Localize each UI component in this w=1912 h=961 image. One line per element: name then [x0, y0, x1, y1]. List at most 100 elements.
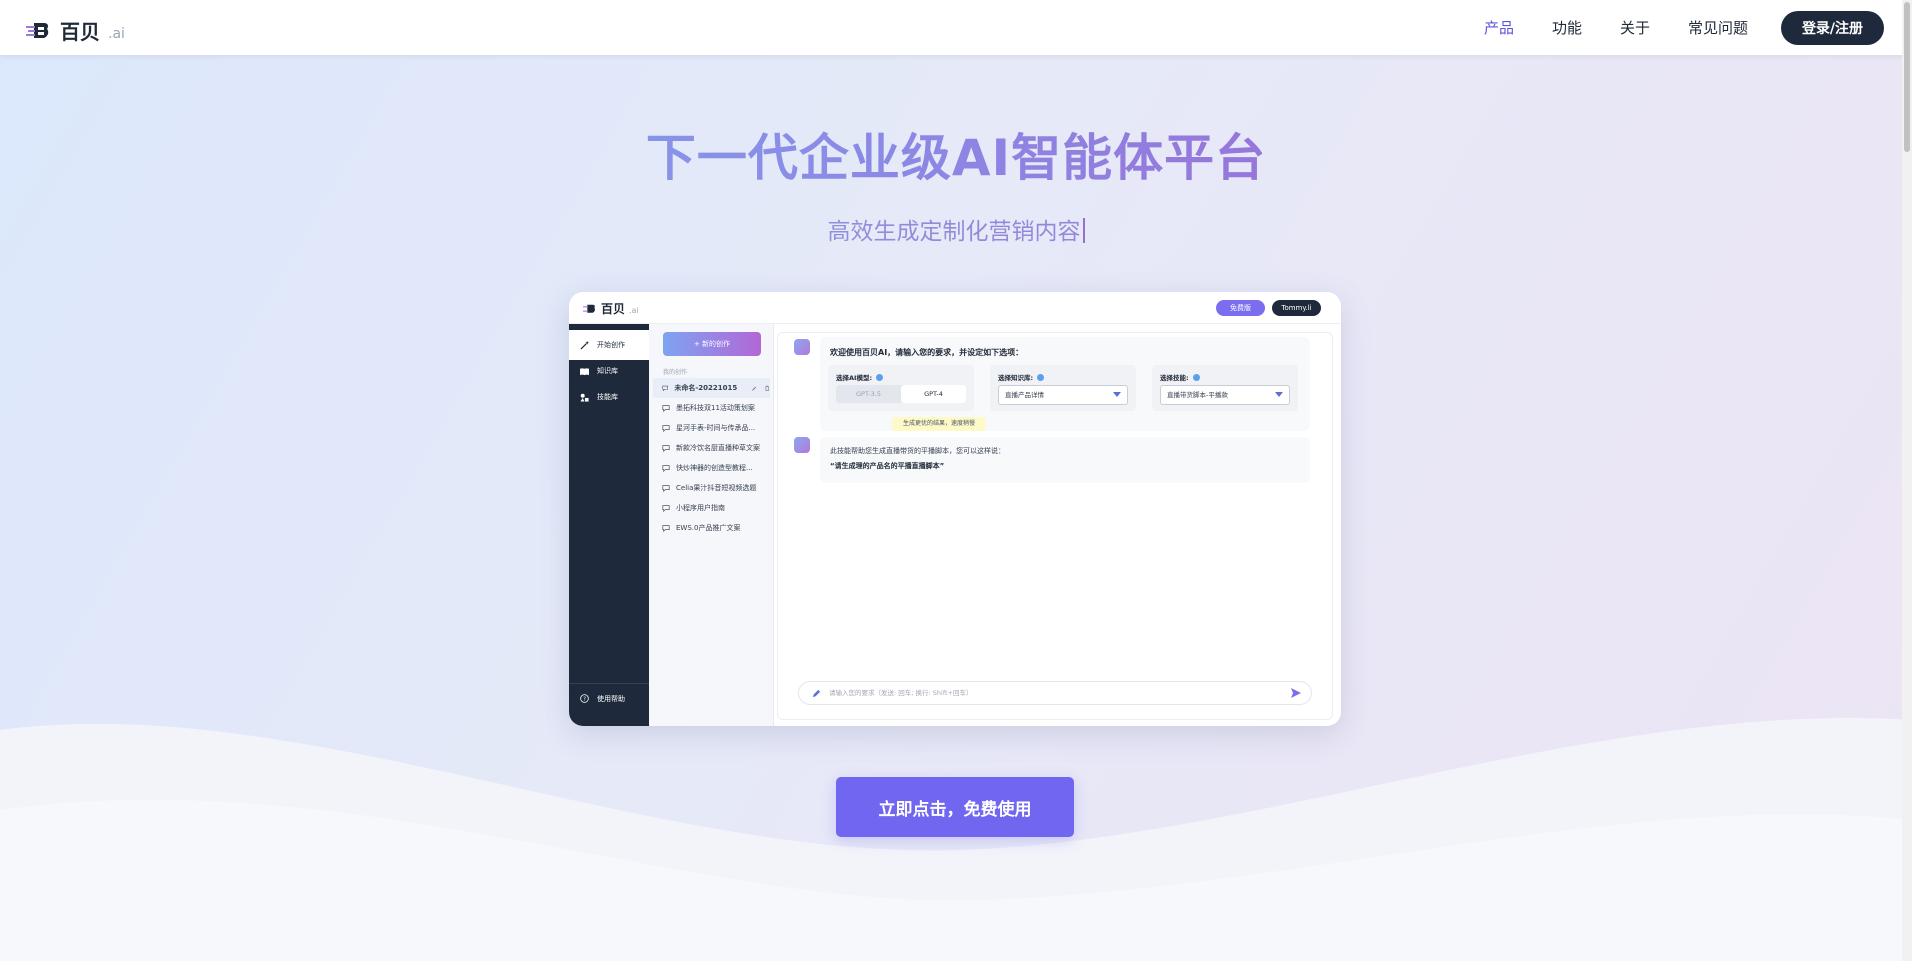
history-item-label: 小程序用户指南	[676, 504, 725, 512]
login-button[interactable]: 登录/注册	[1781, 11, 1884, 45]
history-panel: + 新的创作 我的创作 未命名-20221015 墨拓科技双11活动策划案 星河…	[649, 324, 774, 726]
sidebar-help: ? 使用帮助	[569, 683, 649, 713]
model-option-card: 选择AI模型: GPT-3.5 GPT-4	[828, 365, 974, 411]
sidebar-item-create-label: 开始创作	[597, 341, 625, 349]
app-topbar: 百贝 .ai 免费版 Tommy.li	[569, 292, 1341, 324]
edit-icon	[752, 386, 757, 391]
hero-subtitle: 高效生成定制化营销内容	[0, 212, 1912, 246]
history-item: 小程序用户指南	[653, 498, 770, 518]
nav-link-about[interactable]: 关于	[1620, 17, 1650, 38]
caret-down-icon	[1275, 392, 1283, 397]
book-icon	[580, 367, 589, 375]
welcome-text: 欢迎使用百贝AI，请输入您的要求，并设定如下选项：	[830, 348, 1024, 357]
nav-link-faq[interactable]: 常见问题	[1688, 17, 1748, 38]
history-item: 星河手表-时间与传承品...	[653, 418, 770, 438]
chat-bubble-icon	[662, 525, 670, 532]
kb-label: 选择知识库:	[998, 372, 1045, 382]
svg-text:?: ?	[583, 697, 586, 703]
chat-bubble-icon	[662, 505, 670, 512]
history-item: 新款冷饮名厨直播种草文案	[653, 438, 770, 458]
history-item: 墨拓科技双11活动策划案	[653, 398, 770, 418]
chat-bubble-icon	[662, 485, 670, 492]
info-icon	[1037, 373, 1045, 381]
typing-cursor	[1082, 218, 1085, 243]
nav-link-features[interactable]: 功能	[1552, 17, 1582, 38]
skill-select: 直播带货脚本-平播款	[1160, 385, 1290, 405]
app-preview: 百贝 .ai 免费版 Tommy.li 开始创作 知识库 技能库 ? 使用帮助 …	[569, 292, 1341, 726]
hero-subtitle-text: 高效生成定制化营销内容	[827, 219, 1081, 245]
kb-select: 直播产品详情	[998, 385, 1128, 405]
hero-title: 下一代企业级AI智能体平台	[0, 118, 1912, 190]
history-item-label: 新款冷饮名厨直播种草文案	[676, 444, 760, 452]
new-creation-button: + 新的创作	[663, 332, 761, 356]
reply-line-2: “请生成理的产品名的平播直播脚本”	[830, 462, 945, 470]
model-option-gpt4: GPT-4	[901, 385, 966, 403]
chat-area: 欢迎使用百贝AI，请输入您的要求，并设定如下选项： 选择AI模型: GPT-3.…	[777, 332, 1333, 720]
chat-bubble-icon	[662, 465, 670, 472]
scrollbar-thumb[interactable]	[1904, 2, 1910, 152]
history-item: Celia果汁抖音短视频选题	[653, 478, 770, 498]
page-scrollbar[interactable]	[1902, 0, 1912, 961]
bot-avatar-icon	[794, 437, 810, 453]
kb-select-value: 直播产品详情	[1005, 391, 1044, 399]
sidebar-item-skills-label: 技能库	[597, 393, 618, 401]
chat-bubble-icon	[662, 385, 669, 392]
shapes-icon	[580, 393, 589, 402]
welcome-message: 欢迎使用百贝AI，请输入您的要求，并设定如下选项： 选择AI模型: GPT-3.…	[820, 337, 1310, 431]
history-item: EWS.0产品推广文案	[653, 518, 770, 538]
history-item: 快炒神器的创造型教程...	[653, 458, 770, 478]
user-pill: Tommy.li	[1272, 300, 1321, 316]
model-tooltip: 生成更优的结果，速度稍慢	[892, 417, 986, 431]
bot-avatar-icon	[794, 339, 810, 355]
chat-bubble-icon	[662, 425, 670, 432]
kb-option-card: 选择知识库: 直播产品详情	[990, 365, 1136, 411]
history-item-label: 墨拓科技双11活动策划案	[676, 404, 755, 412]
sidebar-item-skills: 技能库	[569, 382, 649, 412]
sidebar-help-label: 使用帮助	[597, 694, 625, 703]
help-icon: ?	[580, 694, 589, 703]
app-brand: 百贝 .ai	[583, 300, 639, 317]
app-brand-suffix: .ai	[629, 306, 639, 315]
skill-option-card: 选择技能: 直播带货脚本-平播款	[1152, 365, 1298, 411]
trash-icon	[764, 385, 769, 391]
history-label: 我的创作	[663, 369, 688, 376]
skill-label: 选择技能:	[1160, 372, 1200, 382]
nav-link-product[interactable]: 产品	[1484, 17, 1514, 38]
brand-name: 百贝	[60, 20, 100, 44]
skill-label-text: 选择技能:	[1160, 374, 1189, 382]
wand-icon	[580, 340, 589, 350]
app-logo-icon	[583, 304, 595, 313]
chat-input-placeholder: 请输入您的要求（发送: 回车; 换行: Shift+回车）	[829, 689, 973, 697]
send-icon	[1291, 688, 1301, 698]
skill-select-value: 直播带货脚本-平播款	[1167, 391, 1228, 399]
model-label: 选择AI模型:	[836, 372, 884, 382]
history-item-label: EWS.0产品推广文案	[676, 524, 741, 532]
navbar: 百贝 .ai 产品 功能 关于 常见问题 登录/注册	[0, 0, 1912, 55]
brand-logo[interactable]: 百贝 .ai	[26, 16, 125, 45]
skill-reply-message: 此技能帮助您生成直播带货的平播脚本，您可以这样说： “请生成理的产品名的平播直播…	[820, 437, 1310, 483]
reply-line-1: 此技能帮助您生成直播带货的平播脚本，您可以这样说：	[830, 447, 1005, 455]
sidebar-item-knowledge-label: 知识库	[597, 367, 618, 375]
history-item: 未命名-20221015	[653, 378, 770, 398]
nav-links: 产品 功能 关于 常见问题	[1484, 17, 1748, 38]
brand-suffix: .ai	[108, 25, 125, 42]
history-item-label: Celia果汁抖音短视频选题	[676, 484, 757, 492]
info-icon	[876, 373, 884, 381]
model-option-gpt35: GPT-3.5	[855, 390, 881, 398]
pencil-icon	[812, 689, 821, 698]
free-trial-cta-button[interactable]: 立即点击，免费使用	[836, 777, 1074, 837]
caret-down-icon	[1113, 392, 1121, 397]
model-segmented-control: GPT-3.5 GPT-4	[836, 385, 966, 403]
info-icon	[1192, 373, 1200, 381]
kb-label-text: 选择知识库:	[998, 374, 1034, 382]
history-item-label: 星河手表-时间与传承品...	[676, 424, 756, 432]
chat-bubble-icon	[662, 405, 670, 412]
chat-bubble-icon	[662, 445, 670, 452]
history-item-label: 快炒神器的创造型教程...	[676, 464, 753, 472]
app-sidebar: 开始创作 知识库 技能库 ? 使用帮助	[569, 324, 649, 726]
model-label-text: 选择AI模型:	[836, 374, 873, 382]
chat-input-bar: 请输入您的要求（发送: 回车; 换行: Shift+回车）	[798, 681, 1312, 705]
history-item-label: 未命名-20221015	[674, 384, 738, 392]
app-brand-name: 百贝	[601, 302, 626, 316]
logo-icon	[26, 22, 49, 38]
